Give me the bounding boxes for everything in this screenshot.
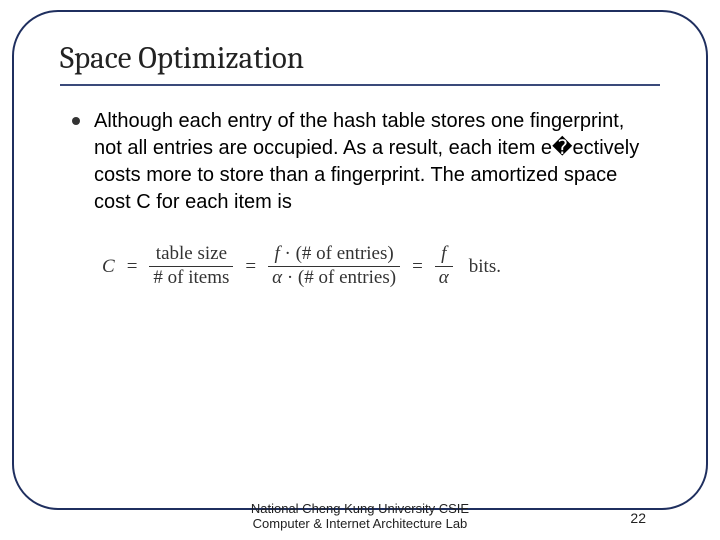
bullet-item: Although each entry of the hash table st… — [72, 108, 648, 216]
slide: Space Optimization Although each entry o… — [0, 0, 720, 540]
bullet-icon — [72, 117, 80, 125]
equals-3: = — [410, 254, 425, 280]
title-underline — [60, 84, 660, 86]
frac1-num: table size — [152, 244, 231, 266]
slide-body: Although each entry of the hash table st… — [72, 108, 648, 289]
frac2-den-a: α — [272, 267, 282, 288]
frac1-den: # of items — [149, 266, 233, 289]
frac2-den-rest: · (# of entries) — [282, 267, 396, 288]
equals-1: = — [125, 254, 140, 280]
page-number: 22 — [630, 510, 646, 526]
cost-formula: C = table size # of items = f · (# of en… — [102, 244, 648, 289]
frac3-num: f — [437, 244, 450, 266]
frac2-den: α · (# of entries) — [268, 266, 400, 289]
frac2-num: f · (# of entries) — [270, 244, 397, 266]
frac3-den: α — [435, 266, 453, 289]
formula-lhs: C — [102, 254, 115, 280]
bullet-text: Although each entry of the hash table st… — [94, 108, 648, 216]
footer: National Cheng Kung University CSIE Comp… — [0, 500, 720, 534]
formula-units: bits. — [469, 254, 501, 280]
slide-title: Space Optimization — [60, 40, 304, 76]
equals-2: = — [243, 254, 258, 280]
fraction-3: f α — [435, 244, 453, 289]
frac2-num-rest: · (# of entries) — [280, 243, 394, 264]
fraction-1: table size # of items — [149, 244, 233, 289]
footer-line2: Computer & Internet Architecture Lab — [251, 517, 469, 532]
footer-line1: National Cheng Kung University CSIE — [251, 502, 469, 517]
fraction-2: f · (# of entries) α · (# of entries) — [268, 244, 400, 289]
footer-text: National Cheng Kung University CSIE Comp… — [251, 502, 469, 532]
